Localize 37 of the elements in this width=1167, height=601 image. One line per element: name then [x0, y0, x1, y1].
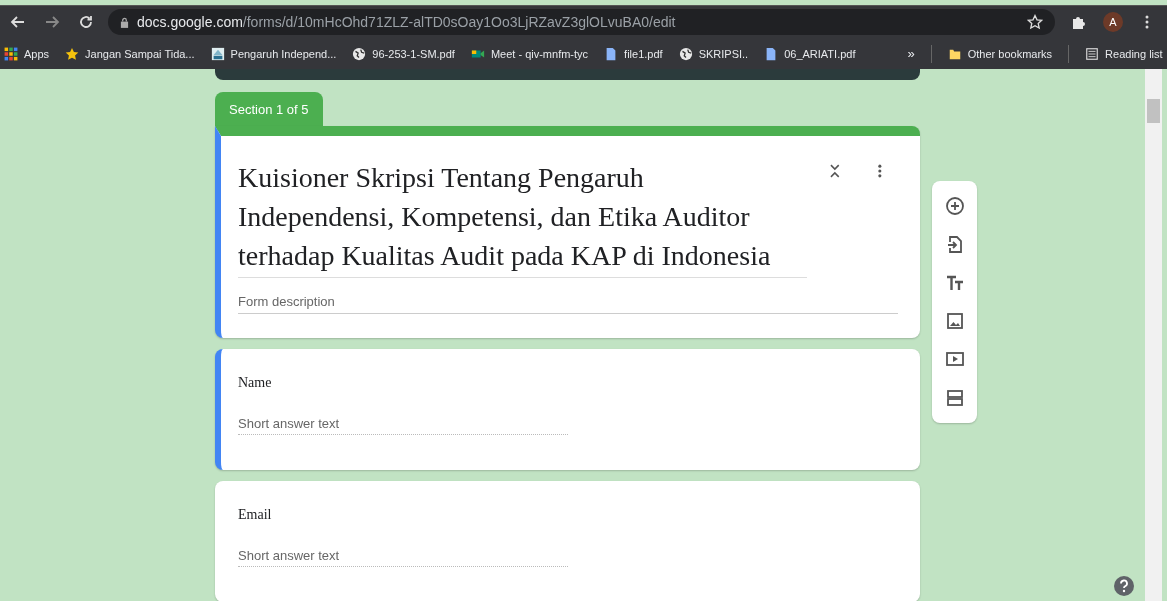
reload-icon[interactable]: [78, 14, 94, 30]
question-card[interactable]: Name Short answer text: [215, 349, 920, 471]
profile-avatar[interactable]: A: [1103, 12, 1123, 32]
question-title: Email: [238, 507, 273, 524]
bookmark-star-icon[interactable]: [1027, 14, 1043, 30]
bookmark-link[interactable]: Pengaruh Independ...: [210, 46, 337, 61]
question-card[interactable]: Email Short answer text: [215, 481, 920, 601]
bookmark-link[interactable]: file1.pdf: [604, 46, 663, 61]
url-text: docs.google.com/forms/d/10mHcOhd71ZLZ-alTD0sOay1Oo3LjRZavZ3glOLvuBA0/edit: [137, 14, 677, 30]
lock-icon: [120, 16, 129, 28]
other-bookmarks-link[interactable]: Other bookmarks: [947, 46, 1053, 61]
help-icon[interactable]: [1114, 576, 1134, 596]
address-bar[interactable]: docs.google.com/forms/d/10mHcOhd71ZLZ-alTD0sOay1Oo3LjRZavZ3glOLvuBA0/edit: [108, 9, 1055, 35]
image-icon[interactable]: [944, 311, 965, 332]
forward-icon[interactable]: [44, 14, 60, 30]
more-bookmarks-button[interactable]: »: [907, 46, 915, 61]
scrollbar[interactable]: [1145, 69, 1162, 601]
question-title: Name: [238, 375, 273, 392]
form-title[interactable]: Kuisioner Skripsi Tentang Pengaruh Independensi, Kompetensi, dan Etika Auditor terhadap Kualitas Audit pada KAP di Indonesia: [238, 158, 807, 279]
globe-icon: [678, 46, 693, 61]
bookmark-link[interactable]: 06_ARIATI.pdf: [764, 46, 856, 61]
star-icon: [65, 46, 80, 61]
bookmark-link[interactable]: 96-253-1-SM.pdf: [352, 46, 455, 61]
reading-list-link[interactable]: Reading list: [1085, 46, 1163, 61]
apps-grid-icon: [4, 46, 18, 61]
site-logo-icon: [210, 46, 225, 61]
globe-icon: [352, 46, 367, 61]
list-icon: [1085, 46, 1100, 61]
add-circle-icon[interactable]: [944, 196, 965, 217]
bookmark-link[interactable]: Apps: [4, 46, 50, 61]
form-title-card[interactable]: Kuisioner Skripsi Tentang Pengaruh Independensi, Kompetensi, dan Etika Auditor terhadap Kualitas Audit pada KAP di Indonesia Form description: [215, 126, 920, 339]
bookmark-link[interactable]: Meet - qiv-mnfm-tyc: [470, 46, 589, 61]
bookmark-link[interactable]: SKRIPSI..: [678, 46, 749, 61]
section-icon[interactable]: [944, 387, 965, 408]
puzzle-icon[interactable]: [1071, 14, 1087, 30]
bookmark-link[interactable]: Jangan Sampai Tida...: [65, 46, 195, 61]
back-icon[interactable]: [10, 14, 26, 30]
